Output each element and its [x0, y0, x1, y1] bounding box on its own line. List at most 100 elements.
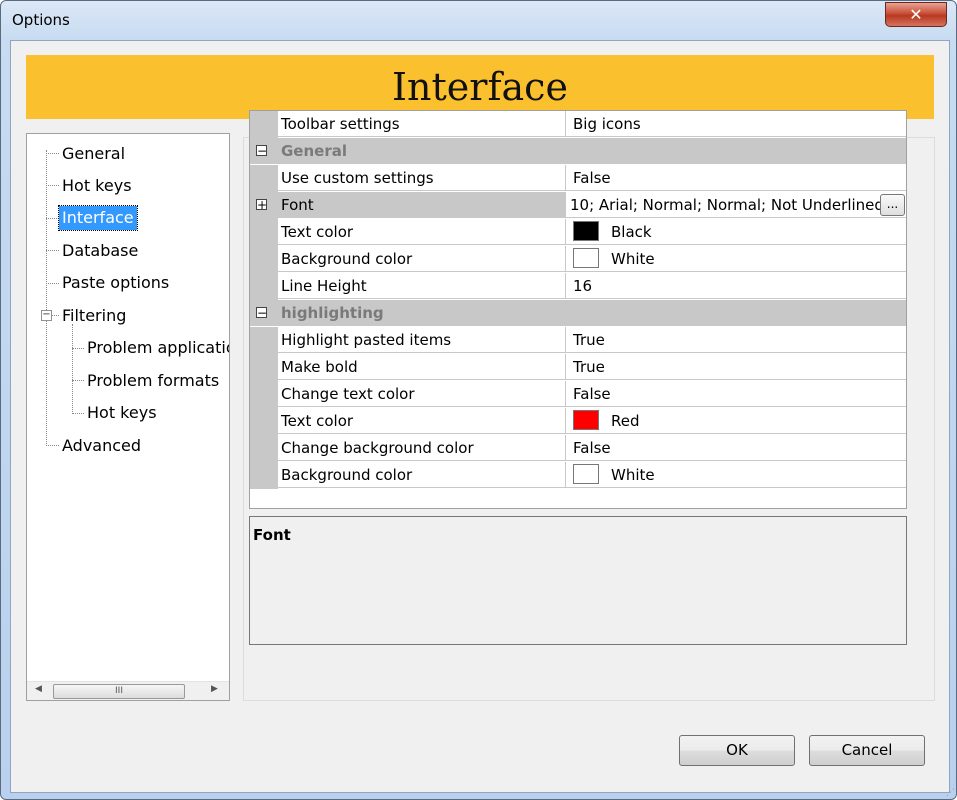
font-value-text: 10; Arial; Normal; Normal; Not Underline… [570, 196, 889, 214]
color-name: White [611, 466, 655, 484]
property-name: Change text color [278, 381, 566, 407]
color-swatch [573, 221, 599, 241]
property-name: Make bold [278, 354, 566, 380]
property-name: Text color [278, 408, 566, 434]
category-row[interactable]: highlighting − [250, 300, 906, 327]
scroll-right-icon[interactable]: ▶ [211, 684, 218, 694]
collapse-icon[interactable]: − [256, 307, 267, 319]
property-value[interactable]: False [566, 381, 906, 407]
color-swatch [573, 464, 599, 484]
collapse-icon[interactable]: − [41, 310, 52, 321]
tree-line [46, 185, 59, 186]
row-gutter [250, 462, 278, 489]
property-row[interactable]: Change text color False [250, 381, 906, 408]
options-tree[interactable]: − General Hot keys Interface Database Pa… [26, 133, 230, 701]
property-name: Background color [278, 462, 566, 488]
tree-line [46, 445, 59, 446]
tree-line [46, 153, 59, 154]
description-title: Font [253, 526, 291, 544]
row-gutter [250, 273, 278, 300]
tree-item-general[interactable]: General [59, 142, 128, 166]
font-browse-button[interactable]: ... [880, 194, 905, 216]
page-title: Interface [392, 65, 568, 109]
row-gutter [250, 435, 278, 462]
property-name: Line Height [278, 273, 566, 299]
row-gutter [250, 246, 278, 273]
property-name: Text color [278, 219, 566, 245]
property-value[interactable]: True [566, 327, 906, 353]
property-row-font[interactable]: + Font 10; Arial; Normal; Normal; Not Un… [250, 192, 906, 219]
tree-line [46, 250, 59, 251]
tree-line [46, 218, 59, 219]
close-icon: ✕ [909, 5, 923, 24]
horizontal-scrollbar[interactable]: ◀ III ▶ [27, 681, 229, 700]
category-label: highlighting [250, 300, 906, 326]
tree-line [51, 315, 59, 316]
cancel-button[interactable]: Cancel [809, 735, 925, 766]
property-value[interactable]: Black [566, 219, 906, 245]
tree-item-advanced[interactable]: Advanced [59, 434, 144, 458]
property-value[interactable]: False [566, 165, 906, 191]
tree-item-filtering-hot-keys[interactable]: Hot keys [84, 401, 160, 425]
property-name: Toolbar settings [278, 111, 566, 137]
property-row[interactable]: Text color Red [250, 408, 906, 435]
property-value[interactable]: Red [566, 408, 906, 434]
property-value[interactable]: 16 [566, 273, 906, 299]
property-row[interactable]: Make bold True [250, 354, 906, 381]
property-row[interactable]: Change background color False [250, 435, 906, 462]
tree-line [72, 413, 84, 414]
property-row[interactable]: Line Height 16 [250, 273, 906, 300]
tree-item-paste-options[interactable]: Paste options [59, 271, 172, 295]
property-row[interactable]: Use custom settings False [250, 165, 906, 192]
property-name: Use custom settings [278, 165, 566, 191]
property-description-panel: Font [249, 516, 907, 645]
ok-button[interactable]: OK [679, 735, 795, 766]
property-name: Background color [278, 246, 566, 272]
category-row[interactable]: General − [250, 138, 906, 165]
property-row[interactable]: Text color Black [250, 219, 906, 246]
property-name: Font [278, 192, 566, 218]
scroll-thumb[interactable]: III [53, 684, 185, 699]
tree-line [72, 380, 84, 381]
color-name: Black [611, 223, 652, 241]
color-name: Red [611, 412, 640, 430]
property-row[interactable]: Toolbar settings Big icons [250, 111, 906, 138]
row-gutter [250, 165, 278, 192]
tree-item-problem-formats[interactable]: Problem formats [84, 369, 222, 393]
category-label: General [250, 138, 906, 164]
property-value[interactable]: White [566, 462, 906, 488]
property-value[interactable]: Big icons [566, 111, 906, 137]
property-value[interactable]: False [566, 435, 906, 461]
row-gutter [250, 381, 278, 408]
row-gutter [250, 111, 278, 138]
property-value[interactable]: White [566, 246, 906, 272]
tree-item-interface[interactable]: Interface [58, 205, 138, 231]
tree-item-filtering[interactable]: Filtering [59, 304, 129, 328]
row-gutter [250, 327, 278, 354]
window-title: Options [12, 11, 70, 29]
tree-line [72, 348, 84, 349]
collapse-icon[interactable]: − [256, 145, 267, 157]
property-grid[interactable]: Toolbar settings Big icons General − Use… [249, 110, 907, 509]
property-row[interactable]: Highlight pasted items True [250, 327, 906, 354]
close-button[interactable]: ✕ [885, 2, 947, 27]
color-swatch [573, 410, 599, 430]
property-value[interactable]: True [566, 354, 906, 380]
color-swatch [573, 248, 599, 268]
expand-icon[interactable]: + [256, 199, 267, 211]
property-value[interactable]: 10; Arial; Normal; Normal; Not Underline… [566, 192, 906, 218]
tree-line [72, 324, 73, 414]
property-name: Change background color [278, 435, 566, 461]
tree-item-hot-keys[interactable]: Hot keys [59, 174, 135, 198]
tree-item-problem-applications[interactable]: Problem applications [84, 336, 229, 360]
tree-line [46, 283, 59, 284]
tree-item-database[interactable]: Database [59, 239, 141, 263]
scroll-grip-icon: III [115, 686, 123, 696]
property-row[interactable]: Background color White [250, 462, 906, 489]
property-name: Highlight pasted items [278, 327, 566, 353]
resize-grip-icon[interactable]: ⋰ [946, 788, 955, 798]
property-row[interactable]: Background color White [250, 246, 906, 273]
row-gutter [250, 408, 278, 435]
scroll-left-icon[interactable]: ◀ [35, 684, 42, 694]
row-gutter [250, 219, 278, 246]
